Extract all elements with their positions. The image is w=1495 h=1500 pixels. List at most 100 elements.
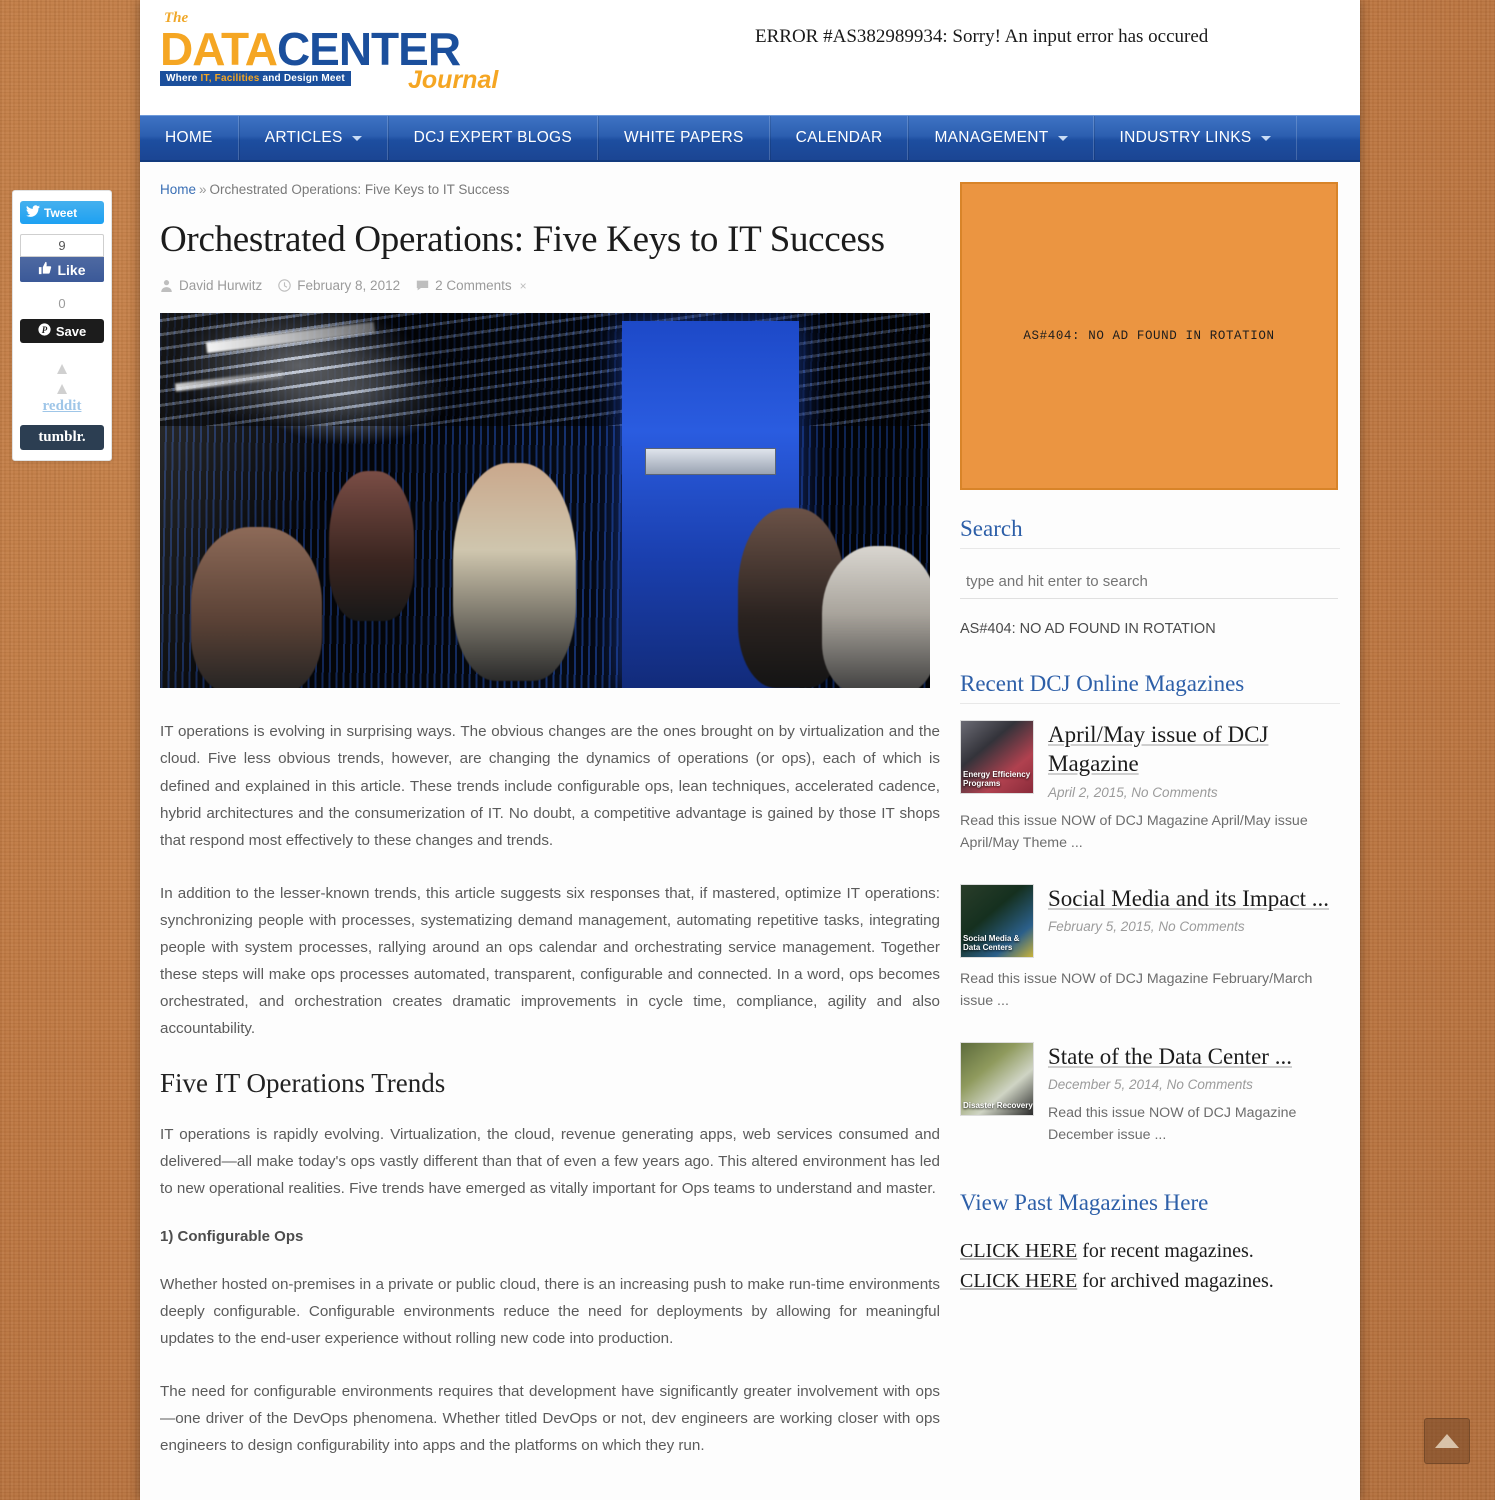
chevron-down-icon [1057,135,1068,141]
nav-label-articles: ARTICLES [264,129,343,146]
magazine-thumbnail[interactable]: Disaster Recovery [960,1041,1034,1116]
breadcrumb-current: Orchestrated Operations: Five Keys to IT… [209,182,510,197]
magazine-title[interactable]: April/May issue of DCJ Magazine [1048,720,1340,779]
nav-label-industry-links: INDUSTRY LINKS [1119,129,1252,146]
list-item[interactable]: Energy Efficiency Programs April/May iss… [960,720,1340,800]
pinterest-icon: P [38,323,51,339]
ad-placeholder-text: AS#404: NO AD FOUND IN ROTATION [1023,329,1275,343]
meta-author: David Hurwitz [160,278,262,293]
article-paragraph-1: IT operations is evolving in surprising … [160,723,940,849]
article-hero-image [160,313,930,689]
facebook-like-button[interactable]: Like [20,257,104,282]
pinterest-save-count: 0 [58,296,66,311]
magazine-thumbnail[interactable]: Social Media & Data Centers [960,883,1034,958]
breadcrumb: Home» Orchestrated Operations: Five Keys … [160,182,940,197]
magazine-date: February 5, 2015, No Comments [1048,919,1245,935]
magazine-thumbnail-caption: Social Media & Data Centers [963,934,1020,953]
article-paragraph-5: The need for configurable environments r… [160,1383,940,1455]
magazine-title[interactable]: Social Media and its Impact ... [1048,884,1340,913]
magazine-thumbnail-caption: Energy Efficiency Programs [963,770,1031,789]
nav-label-dcj-expert-blogs: DCJ EXPERT BLOGS [413,129,573,146]
magazine-body: April/May issue of DCJ Magazine April 2,… [1048,720,1340,800]
search-input[interactable] [960,565,1338,599]
magazine-excerpt: Read this issue NOW of DCJ Magazine Dece… [1048,1105,1297,1144]
hero-person [822,545,930,689]
magazine-body: Social Media and its Impact ... February… [1048,884,1340,958]
scroll-to-top-button[interactable] [1424,1418,1470,1464]
nav-label-calendar: CALENDAR [795,129,883,146]
nav-label-home: HOME [165,129,213,146]
facebook-like-count: 9 [20,234,104,257]
hero-ceiling-cabling [160,313,930,426]
recent-magazines-title: Recent DCJ Online Magazines [960,671,1340,704]
site-header: The DATACENTER Where IT, Facilities and … [140,0,1360,115]
nav-item-home[interactable]: HOME [140,116,239,160]
nav-item-articles[interactable]: ARTICLES [238,116,388,160]
user-icon [160,279,173,293]
click-here-recent-link[interactable]: CLICK HERE [960,1240,1077,1262]
sidebar-ad-text: AS#404: NO AD FOUND IN ROTATION [960,621,1216,637]
nav-item-dcj-expert-blogs[interactable]: DCJ EXPERT BLOGS [387,116,599,160]
logo-tagline-pre: Where [166,73,201,84]
article-subheading-1: 1) Configurable Ops [160,1228,304,1246]
site-logo[interactable]: The DATACENTER Where IT, Facilities and … [160,8,540,94]
list-item[interactable]: Disaster Recovery State of the Data Cent… [960,1041,1340,1146]
nav-item-industry-links[interactable]: INDUSTRY LINKS [1093,116,1297,160]
sidebar-ad-placeholder[interactable]: AS#404: NO AD FOUND IN ROTATION [960,182,1338,490]
arrow-up-icon [1435,1434,1459,1448]
pinterest-save-label: Save [55,323,87,339]
tumblr-share-button[interactable]: tumblr. [20,425,104,451]
past-line-1-rest: for recent magazines. [1077,1240,1254,1263]
magazine-body: State of the Data Center ... December 5,… [1048,1042,1340,1146]
reddit-widget[interactable]: ▲ ▲ reddit [20,353,104,415]
list-item[interactable]: Social Media & Data Centers Social Media… [960,883,1340,958]
page-title: Orchestrated Operations: Five Keys to IT… [160,219,885,260]
facebook-like-widget: 9 Like [20,234,104,282]
pinterest-save-button[interactable]: P Save [20,319,104,343]
view-past-magazines-title: View Past Magazines Here [960,1190,1209,1216]
meta-comments[interactable]: 2 Comments × [416,278,527,293]
past-magazines-line-1: CLICK HERE for recent magazines. [960,1236,1340,1266]
magazine-thumbnail[interactable]: Energy Efficiency Programs [960,720,1034,794]
meta-date: February 8, 2012 [278,278,400,293]
article-paragraph-2: In addition to the lesser-known trends, … [160,884,940,1037]
hero-person [190,527,322,689]
comments-count: 2 Comments [435,278,512,294]
sidebar-column: AS#404: NO AD FOUND IN ROTATION Search A… [960,182,1340,1485]
content-wrapper: Home» Orchestrated Operations: Five Keys … [140,162,1360,1485]
nav-item-calendar[interactable]: CALENDAR [769,116,909,160]
past-magazines-line-2: CLICK HERE for archived magazines. [960,1266,1340,1296]
chevron-down-icon [351,135,362,141]
click-here-archived-link[interactable]: CLICK HERE [960,1270,1077,1292]
social-share-rail: Tweet 9 Like 0 P Save ▲ ▲ reddit tumblr. [12,190,112,462]
pinterest-widget: 0 P Save [20,292,104,343]
thumbs-up-icon [38,261,52,278]
svg-text:P: P [42,325,48,335]
article-meta: David Hurwitz February 8, 2012 2 Comment… [160,278,940,293]
nav-item-white-papers[interactable]: WHITE PAPERS [598,116,770,160]
reddit-label[interactable]: reddit [20,398,104,415]
article-paragraph-3: IT operations is rapidly evolving. Virtu… [160,1125,940,1198]
hero-person [452,463,576,681]
logo-tagline: Where IT, Facilities and Design Meet [160,71,351,86]
reddit-downvote-icon[interactable]: ▲ [20,379,104,399]
article-paragraph-4: Whether hosted on-premises in a private … [160,1276,940,1348]
hero-person [329,470,415,621]
logo-data-text: DATA [160,23,278,75]
nav-item-management[interactable]: MANAGEMENT [908,116,1094,160]
main-navigation: HOME ARTICLES DCJ EXPERT BLOGS WHITE PAP… [140,115,1360,162]
magazine-date: December 5, 2014, No Comments [1048,1077,1253,1093]
magazine-date: April 2, 2015, No Comments [1048,784,1218,800]
article-section-heading: Five IT Operations Trends [160,1067,446,1098]
comment-icon [416,279,429,292]
reddit-upvote-icon[interactable]: ▲ [20,359,104,379]
close-icon[interactable]: × [520,279,527,293]
site-container: The DATACENTER Where IT, Facilities and … [140,0,1360,1500]
breadcrumb-home-link[interactable]: Home [160,182,196,197]
magazine-title[interactable]: State of the Data Center ... [1048,1042,1340,1071]
twitter-tweet-button[interactable]: Tweet [20,201,104,224]
publish-date: February 8, 2012 [297,278,401,294]
author-name: David Hurwitz [179,278,263,294]
nav-label-white-papers: WHITE PAPERS [624,129,744,146]
logo-tagline-post: and Design Meet [259,73,345,84]
